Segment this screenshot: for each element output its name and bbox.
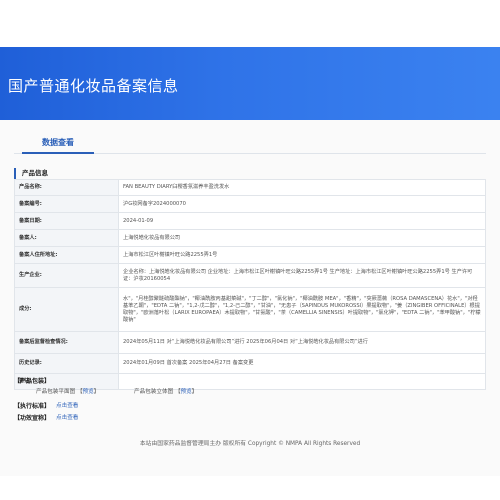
table-row: 历史记录: 2024年01月09日 首次备案 2025年04月27日 备案变更 xyxy=(14,353,486,374)
packaging-flat-label: 产品包装平面图 xyxy=(36,389,76,395)
table-row: 产品名称: FAN BEAUTY DIARY臼樱香氛滋养丰盈洗发水 xyxy=(14,179,486,196)
header-banner: 国产普通化妆品备案信息 xyxy=(0,47,500,120)
product-info-table: 产品名称: FAN BEAUTY DIARY臼樱香氛滋养丰盈洗发水 备案编号: … xyxy=(14,179,486,390)
tab-bar: 数据查看 xyxy=(14,132,486,154)
product-info-section-title: 产品信息 xyxy=(14,168,486,179)
standard-section-title: 【执行标准】 xyxy=(14,403,51,410)
row-value-registrant: 上海悦皓化妆品有限公司 xyxy=(118,229,486,247)
table-row: 备案人: 上海悦皓化妆品有限公司 xyxy=(14,229,486,247)
page-footer: 本站由国家药品监督管理局主办 版权所有 Copyright © NMPA All… xyxy=(139,441,361,447)
row-key-registrant-address: 备案人住所地址: xyxy=(14,246,119,264)
row-value-inspection: 2024年05月11日 对“上海悦皓化妆品有限公司”进行 2025年06月04日… xyxy=(118,331,486,354)
standard-title-text: 执行标准 xyxy=(20,403,45,410)
row-value-registrant-address: 上海市松江区叶榭镇叶旺公路2255弄1号 xyxy=(118,246,486,264)
row-key-history: 历史记录: xyxy=(14,353,119,374)
row-value-product-name: FAN BEAUTY DIARY臼樱香氛滋养丰盈洗发水 xyxy=(118,179,486,196)
row-value-ingredients: 水"，"月桂醇聚醚硫酸酯钠"，"椰油酰胺丙基甜菜碱"，"丁二醇"，"氯化钠"，"… xyxy=(118,287,486,332)
packaging-3d-label: 产品包装立体图 xyxy=(134,389,174,395)
main-content: 数据查看 产品信息 产品名称: FAN BEAUTY DIARY臼樱香氛滋养丰盈… xyxy=(0,120,500,476)
row-key-ingredients: 成分: xyxy=(14,287,119,332)
packaging-flat-image-line: 产品包装平面图 【预览】 xyxy=(36,389,100,395)
table-row: 成分: 水"，"月桂醇聚醚硫酸酯钠"，"椰油酰胺丙基甜菜碱"，"丁二醇"，"氯化… xyxy=(14,287,486,332)
table-row: 生产企业: 企业名称：上海悦皓化妆品有限公司 企业地址：上海市松江区叶榭镇叶旺公… xyxy=(14,263,486,288)
row-key-inspection: 备案后监督检查情况: xyxy=(14,331,119,354)
packaging-flat-preview-link[interactable]: 预览 xyxy=(83,389,94,395)
row-value-manufacturer: 企业名称：上海悦皓化妆品有限公司 企业地址：上海市松江区叶榭镇叶旺公路2255弄… xyxy=(118,263,486,288)
packaging-3d-image-line: 产品包装立体图 【预览】 xyxy=(134,389,198,395)
row-key-product-name: 产品名称: xyxy=(14,179,119,196)
packaging-section-title: 【产品包装】 xyxy=(14,378,51,385)
table-row: 备案日期: 2024-01-09 xyxy=(14,212,486,230)
efficacy-title-text: 功效宣称 xyxy=(20,415,45,422)
top-blank-area xyxy=(0,0,500,47)
row-key-record-number: 备案编号: xyxy=(14,195,119,213)
table-row: 备案编号: 沪G妆网备字2024000070 xyxy=(14,195,486,213)
tab-data-view[interactable]: 数据查看 xyxy=(22,136,94,154)
efficacy-view-link[interactable]: 点击查看 xyxy=(56,413,78,421)
efficacy-section-title: 【功效宣称】 xyxy=(14,415,51,422)
row-value-record-date: 2024-01-09 xyxy=(118,212,486,230)
page-title: 国产普通化妆品备案信息 xyxy=(8,77,179,95)
standard-view-link[interactable]: 点击查看 xyxy=(56,401,78,409)
table-row: 备案后监督检查情况: 2024年05月11日 对“上海悦皓化妆品有限公司”进行 … xyxy=(14,331,486,354)
packaging-title-text: 产品包装 xyxy=(20,378,45,385)
row-key-registrant: 备案人: xyxy=(14,229,119,247)
bottom-blank-area xyxy=(0,476,500,500)
row-key-record-date: 备案日期: xyxy=(14,212,119,230)
row-value-history: 2024年01月09日 首次备案 2025年04月27日 备案变更 xyxy=(118,353,486,374)
packaging-3d-preview-link[interactable]: 预览 xyxy=(181,389,192,395)
row-key-manufacturer: 生产企业: xyxy=(14,263,119,288)
table-row: 备案人住所地址: 上海市松江区叶榭镇叶旺公路2255弄1号 xyxy=(14,246,486,264)
row-value-record-number: 沪G妆网备字2024000070 xyxy=(118,195,486,213)
